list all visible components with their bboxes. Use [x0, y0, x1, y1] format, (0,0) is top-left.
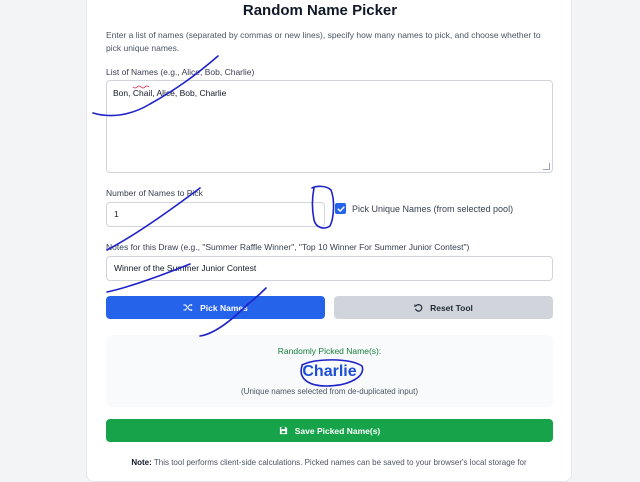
- reset-tool-button[interactable]: Reset Tool: [334, 296, 553, 319]
- result-note: (Unique names selected from de-duplicate…: [241, 387, 418, 396]
- footer-note-label: Note:: [131, 458, 152, 467]
- count-input[interactable]: 1: [106, 202, 325, 227]
- resize-handle-icon[interactable]: [543, 163, 550, 170]
- footer-note-text: This tool performs client-side calculati…: [153, 458, 527, 467]
- names-textarea[interactable]: Bon, Chail, Alice, Bob, Charlie: [106, 80, 553, 173]
- pick-names-label: Pick Names: [200, 302, 248, 313]
- count-value: 1: [114, 209, 119, 219]
- shuffle-icon: [183, 303, 193, 312]
- result-panel: Randomly Picked Name(s): Charlie (Unique…: [106, 335, 553, 407]
- check-icon: [336, 205, 345, 212]
- picked-name: Charlie: [302, 363, 357, 380]
- notes-label: Notes for this Draw (e.g., "Summer Raffl…: [106, 242, 470, 252]
- unique-checkbox[interactable]: [335, 203, 346, 214]
- page-title: Random Name Picker: [242, 2, 398, 19]
- result-label: Randomly Picked Name(s):: [277, 346, 382, 356]
- footer-note: Note: This tool performs client-side cal…: [86, 458, 572, 467]
- pick-names-button[interactable]: Pick Names: [106, 296, 325, 319]
- names-value: Bon, Chail, Alice, Bob, Charlie: [113, 88, 227, 98]
- reset-tool-label: Reset Tool: [430, 302, 473, 313]
- count-label: Number of Names to Pick: [106, 188, 203, 198]
- save-picked-button[interactable]: Save Picked Name(s): [106, 419, 553, 442]
- unique-label: Pick Unique Names (from selected pool): [352, 203, 514, 214]
- names-label: List of Names (e.g., Alice, Bob, Charlie…: [106, 67, 255, 77]
- page-description: Enter a list of names (separated by comm…: [106, 30, 541, 53]
- undo-icon: [414, 303, 423, 312]
- save-icon: [279, 426, 288, 435]
- notes-value: Winner of the Summer Junior Contest: [114, 263, 257, 273]
- unique-option[interactable]: Pick Unique Names (from selected pool): [335, 202, 513, 215]
- notes-input[interactable]: Winner of the Summer Junior Contest: [106, 256, 553, 281]
- save-picked-label: Save Picked Name(s): [294, 425, 381, 436]
